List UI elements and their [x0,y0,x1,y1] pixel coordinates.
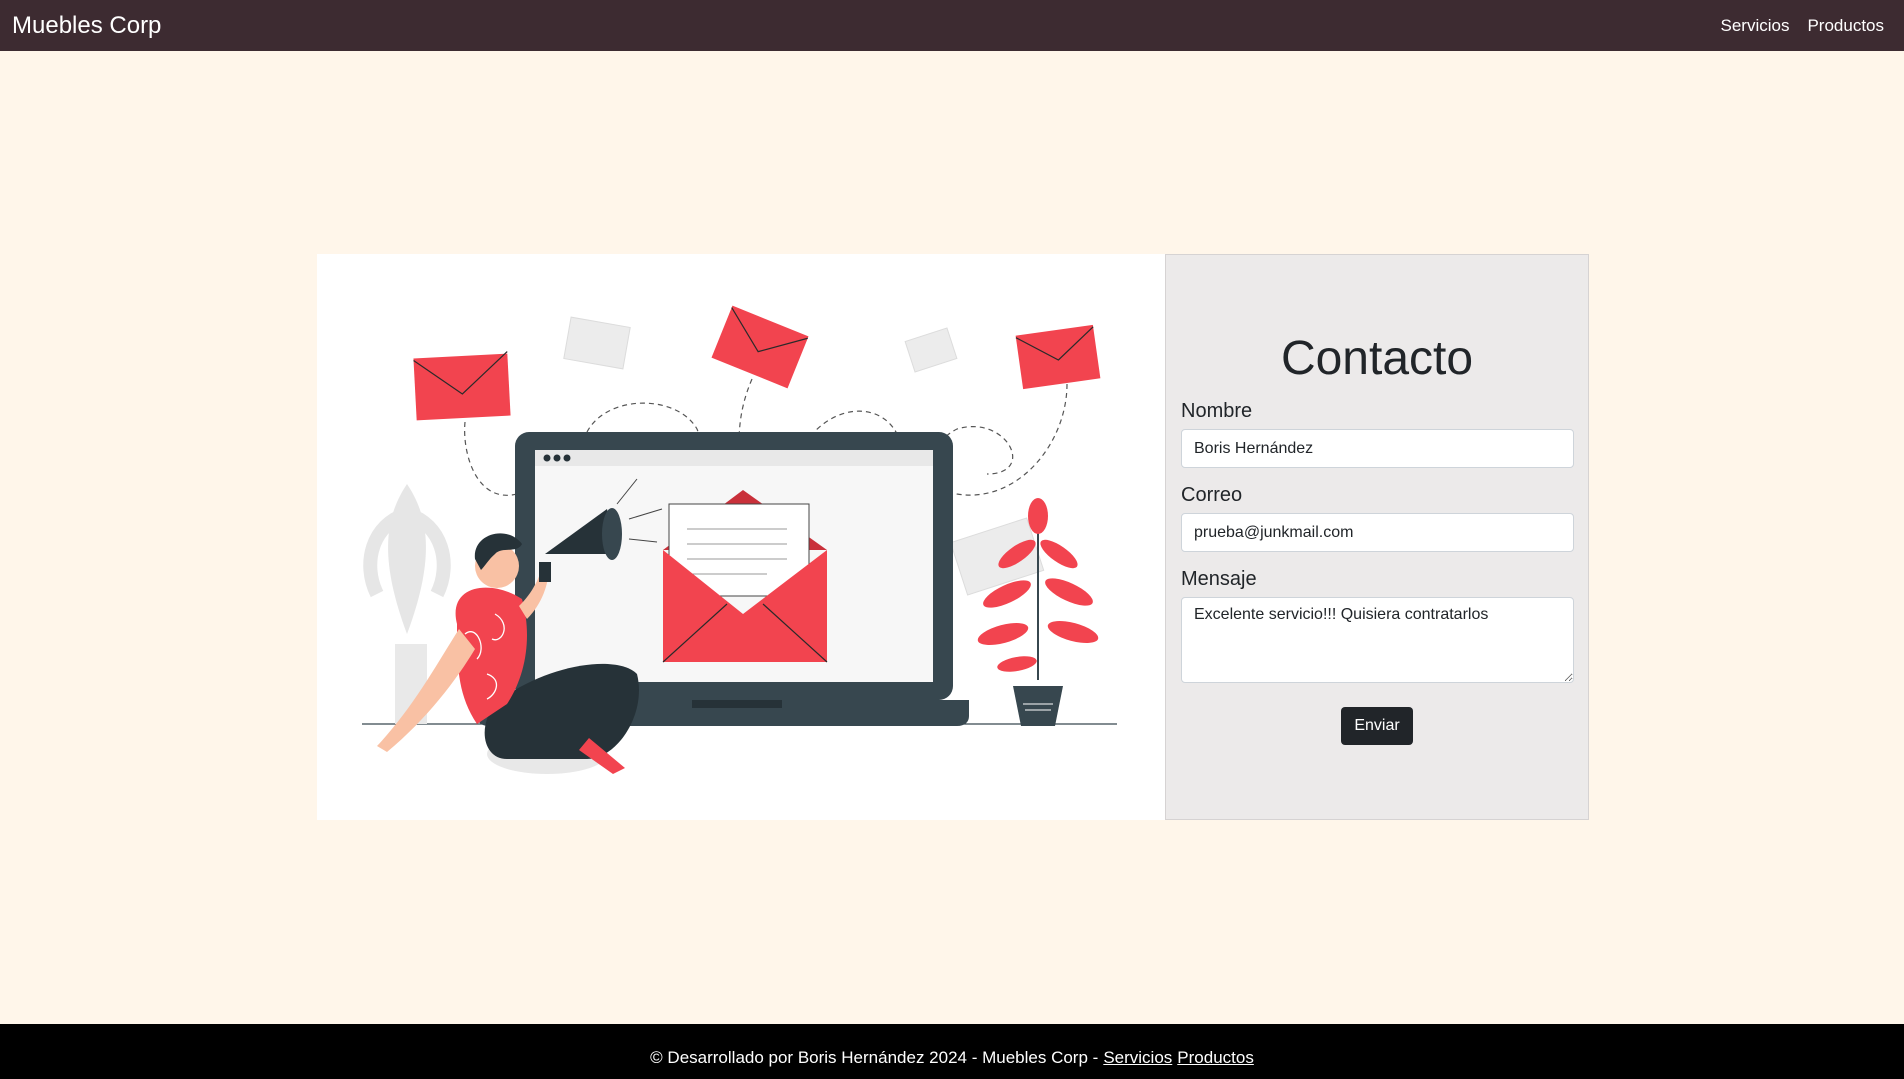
contact-illustration [317,254,1165,820]
nav-link-productos[interactable]: Productos [1807,16,1884,36]
brand-logo[interactable]: Muebles Corp [12,12,161,40]
nav-link-servicios[interactable]: Servicios [1720,16,1789,36]
name-field[interactable] [1181,429,1574,468]
page-title: Contacto [1280,332,1474,385]
navbar: Muebles Corp Servicios Productos [0,0,1904,51]
contact-form-panel: Contacto Nombre Correo Mensaje Excelente… [1165,254,1589,820]
message-field[interactable]: Excelente servicio!!! Quisiera contratar… [1181,597,1574,683]
submit-button[interactable]: Enviar [1341,707,1413,745]
footer-link-productos[interactable]: Productos [1177,1048,1254,1068]
megaphone-email-illustration [362,305,1117,774]
email-label: Correo [1181,484,1243,506]
footer-link-servicios[interactable]: Servicios [1103,1048,1172,1068]
message-label: Mensaje [1181,568,1257,590]
nav-links: Servicios Productos [1720,16,1892,36]
footer: © Desarrollado por Boris Hernández 2024 … [0,1024,1904,1079]
contact-card: Contacto Nombre Correo Mensaje Excelente… [317,254,1589,820]
name-label: Nombre [1181,400,1253,422]
email-field[interactable] [1181,513,1574,552]
footer-text: © Desarrollado por Boris Hernández 2024 … [650,1047,1099,1067]
